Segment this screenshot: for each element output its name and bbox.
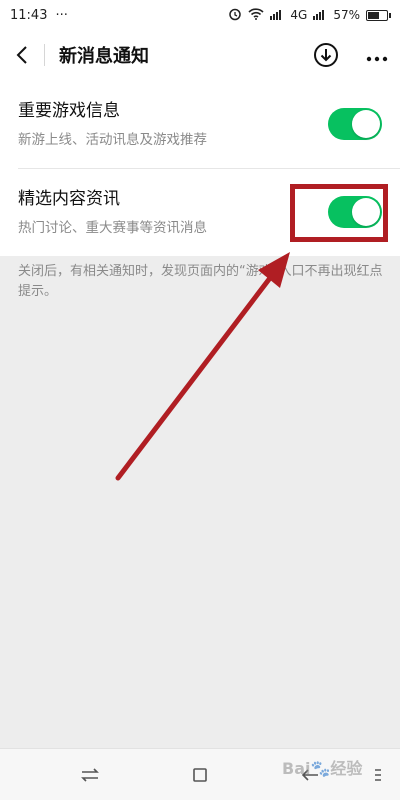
annotation-highlight-box [290, 184, 388, 242]
more-button[interactable] [366, 43, 388, 67]
battery-percent: 57% [333, 8, 360, 22]
download-circle-icon [314, 43, 338, 67]
toggle-knob [352, 110, 380, 138]
status-time: 11:43 [10, 7, 48, 23]
signal-icon [270, 8, 284, 23]
menu-icon [375, 769, 381, 781]
notification-dots: ··· [55, 7, 68, 23]
switch-arrows-icon [81, 768, 99, 782]
setting-desc: 热门讨论、重大赛事等资讯消息 [18, 220, 207, 236]
square-icon [193, 768, 207, 782]
alarm-icon [228, 7, 242, 24]
back-button[interactable] [0, 30, 44, 80]
network-type: 4G [290, 8, 308, 22]
battery-icon [366, 9, 391, 21]
menu-button[interactable] [366, 763, 390, 787]
setting-title: 重要游戏信息 [18, 101, 120, 121]
chevron-left-icon [16, 46, 27, 64]
recent-apps-button[interactable] [78, 763, 102, 787]
home-button[interactable] [188, 763, 212, 787]
setting-desc: 新游上线、活动讯息及游戏推荐 [18, 132, 207, 148]
setting-title: 精选内容资讯 [18, 189, 120, 209]
watermark: Bai🐾经验 [282, 759, 363, 778]
footer-note: 关闭后，有相关通知时，发现页面内的“游戏”入口不再出现红点提示。 [18, 264, 383, 299]
more-dots-icon [366, 56, 388, 62]
signal-icon-2 [313, 8, 327, 23]
page-title: 新消息通知 [59, 46, 149, 67]
nav-header: 新消息通知 [0, 30, 400, 80]
download-button[interactable] [306, 35, 346, 75]
toggle-important-game-info[interactable] [328, 108, 382, 140]
setting-row-important-game-info: 重要游戏信息 新游上线、活动讯息及游戏推荐 [0, 80, 400, 169]
nav-divider [44, 44, 45, 66]
wifi-icon [248, 7, 264, 23]
status-bar: 11:43 ··· 4G 57% [0, 0, 400, 30]
